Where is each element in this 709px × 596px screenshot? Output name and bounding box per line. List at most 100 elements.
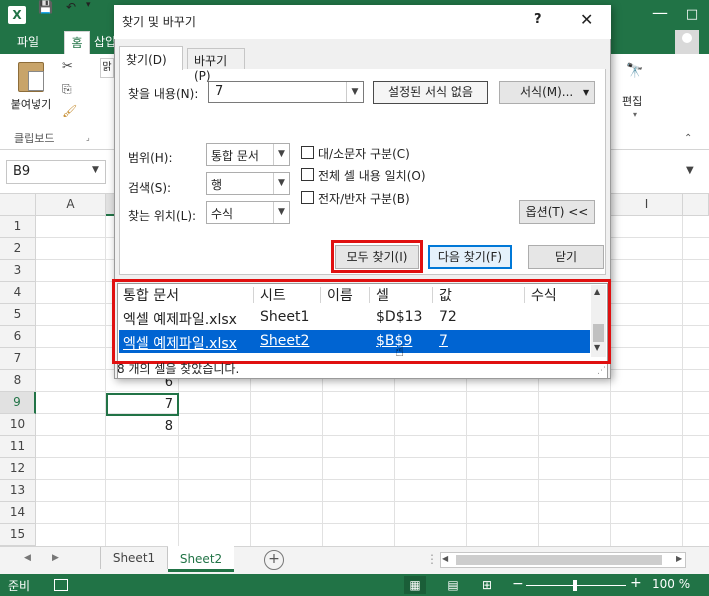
find-next-button[interactable]: 다음 찾기(F)	[428, 245, 512, 269]
grid-line	[682, 216, 683, 546]
row-header[interactable]: 9	[0, 392, 36, 414]
zoom-slider-thumb[interactable]	[573, 580, 577, 591]
minimize-icon[interactable]: —	[651, 5, 669, 24]
tab-find[interactable]: 찾기(D)	[119, 46, 183, 70]
zoom-out-icon[interactable]: −	[512, 576, 524, 592]
select-all-corner[interactable]	[0, 194, 36, 216]
status-ready: 준비	[8, 579, 31, 593]
excel-logo-icon: X	[8, 6, 26, 24]
highlight-box	[112, 279, 611, 364]
collapse-ribbon-icon[interactable]: ⌃	[684, 133, 692, 144]
match-width-checkbox[interactable]	[301, 191, 314, 204]
dialog-launcher-icon[interactable]: ⌟	[86, 133, 90, 142]
chevron-down-icon[interactable]: ▼	[686, 165, 694, 176]
chevron-right-icon[interactable]: ▶	[676, 554, 682, 563]
row-header[interactable]: 14	[0, 502, 36, 524]
chevron-down-icon[interactable]: ▼	[273, 202, 289, 223]
tab-sheet2[interactable]: Sheet2	[168, 546, 234, 572]
chevron-down-icon[interactable]: ▾	[633, 110, 637, 119]
close-button[interactable]: 닫기	[528, 245, 604, 269]
format-button[interactable]: 서식(M)...	[499, 81, 595, 104]
match-entire-label[interactable]: 전체 셀 내용 일치(O)	[318, 167, 426, 184]
page-break-icon[interactable]: ⊞	[478, 576, 496, 594]
find-what-label: 찾을 내용(N):	[128, 87, 199, 101]
row-header[interactable]: 5	[0, 304, 36, 326]
row-header[interactable]: 3	[0, 260, 36, 282]
format-painter-icon[interactable]: 🖌	[62, 104, 77, 118]
match-width-label[interactable]: 전자/반자 구분(B)	[318, 190, 410, 207]
grid-line	[36, 457, 709, 458]
tab-sheet1[interactable]: Sheet1	[100, 547, 168, 569]
results-count-text: 8 개의 셀을 찾았습니다.	[117, 362, 240, 376]
tab-replace[interactable]: 바꾸기(P)	[187, 48, 245, 83]
chevron-down-icon[interactable]: ▼	[583, 88, 589, 97]
edit-group-label[interactable]: 편집	[622, 93, 652, 109]
find-what-input[interactable]: 7	[208, 81, 364, 103]
look-in-label: 찾는 위치(L):	[128, 209, 197, 223]
row-header[interactable]: 13	[0, 480, 36, 502]
add-sheet-button[interactable]: +	[264, 550, 284, 570]
font-box[interactable]: 맑	[100, 58, 114, 78]
active-cell-border	[106, 393, 179, 416]
grid-line	[36, 479, 709, 480]
highlight-box	[331, 240, 423, 273]
normal-view-icon[interactable]: ▦	[404, 576, 426, 594]
match-case-label[interactable]: 대/소문자 구분(C)	[318, 145, 410, 162]
tab-file[interactable]: 파일	[0, 30, 56, 54]
row-header[interactable]: 1	[0, 216, 36, 238]
match-case-checkbox[interactable]	[301, 146, 314, 159]
chevron-left-icon[interactable]: ◀	[442, 554, 448, 563]
row-header[interactable]: 8	[0, 370, 36, 392]
tab-home[interactable]: 홈	[64, 31, 90, 54]
within-label: 범위(H):	[128, 151, 173, 165]
name-box[interactable]: B9	[6, 160, 106, 184]
column-header[interactable]: I	[611, 194, 683, 216]
binoculars-icon[interactable]: 🔭	[624, 60, 646, 82]
row-header[interactable]: 7	[0, 348, 36, 370]
copy-icon[interactable]: ⎘	[62, 82, 76, 96]
page-layout-icon[interactable]: ▤	[444, 576, 462, 594]
clipboard-group-label: 클립보드	[14, 132, 55, 145]
zoom-level[interactable]: 100 %	[652, 577, 690, 591]
maximize-icon[interactable]: □	[683, 6, 701, 24]
row-header[interactable]: 12	[0, 458, 36, 480]
cut-icon[interactable]: ✂	[62, 60, 76, 74]
zoom-in-icon[interactable]: +	[630, 575, 642, 591]
help-icon[interactable]: ?	[534, 12, 542, 27]
dialog-title: 찾기 및 바꾸기	[122, 15, 196, 29]
chevron-right-icon[interactable]: ▶	[52, 553, 59, 563]
paste-icon[interactable]	[18, 62, 44, 92]
column-header[interactable]	[683, 194, 709, 216]
save-icon[interactable]: 💾	[38, 0, 53, 14]
row-header[interactable]: 2	[0, 238, 36, 260]
chevron-down-icon[interactable]: ▼	[273, 144, 289, 165]
grid-line	[36, 523, 709, 524]
row-header[interactable]: 10	[0, 414, 36, 436]
grid-line	[36, 501, 709, 502]
chevron-down-icon[interactable]: ▼	[346, 82, 363, 102]
scrollbar-thumb[interactable]	[456, 555, 662, 565]
no-format-set-button[interactable]: 설정된 서식 없음	[373, 81, 488, 104]
match-entire-checkbox[interactable]	[301, 168, 314, 181]
row-header[interactable]: 4	[0, 282, 36, 304]
close-icon[interactable]: ✕	[580, 10, 593, 29]
hand-cursor-icon: ☝	[395, 342, 405, 360]
row-header[interactable]: 15	[0, 524, 36, 546]
chevron-down-icon[interactable]: ▼	[273, 173, 289, 194]
paste-button-label[interactable]: 붙여넣기	[6, 96, 56, 112]
undo-dropdown-icon[interactable]: ▾	[86, 0, 91, 10]
macro-record-icon[interactable]	[54, 579, 68, 591]
column-header[interactable]: A	[36, 194, 106, 216]
more-icon[interactable]: ⋮	[426, 552, 438, 566]
options-button[interactable]: 옵션(T) <<	[519, 200, 595, 224]
tab-insert[interactable]: 삽입	[94, 30, 116, 54]
chevron-left-icon[interactable]: ◀	[24, 553, 31, 563]
row-header[interactable]: 11	[0, 436, 36, 458]
cell-b10[interactable]: 8	[107, 416, 177, 438]
row-header[interactable]: 6	[0, 326, 36, 348]
search-order-label: 검색(S):	[128, 181, 172, 195]
resize-grip-icon[interactable]: ⋰	[597, 366, 606, 376]
avatar[interactable]	[675, 30, 699, 54]
undo-icon[interactable]: ↶	[66, 0, 76, 14]
chevron-down-icon[interactable]: ▼	[92, 165, 99, 175]
